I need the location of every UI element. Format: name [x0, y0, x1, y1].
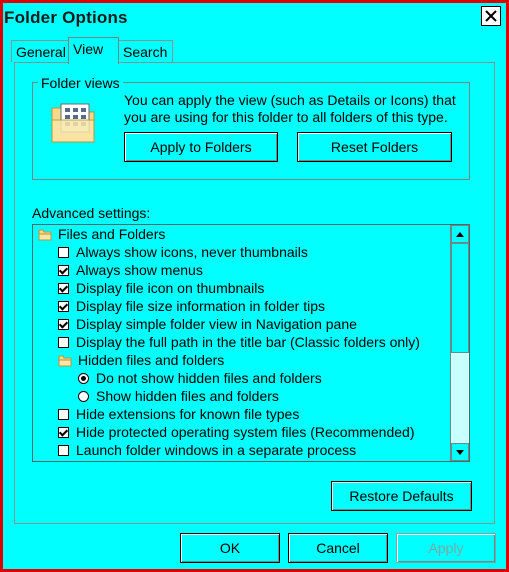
radio-button[interactable]	[78, 372, 89, 384]
folder-icon	[38, 229, 52, 240]
checkbox-option[interactable]: Display the full path in the title bar (…	[58, 333, 420, 351]
tree-item-label: Show hidden files and folders	[96, 388, 279, 404]
checkbox[interactable]	[58, 246, 69, 258]
tree-item-label: Display simple folder view in Navigation…	[76, 316, 357, 332]
close-icon	[485, 10, 497, 22]
scroll-thumb[interactable]	[451, 243, 469, 353]
checkbox[interactable]	[58, 318, 69, 330]
ok-button[interactable]: OK	[180, 533, 280, 563]
apply-to-folders-button[interactable]: Apply to Folders	[124, 132, 278, 162]
tree-item-label: Files and Folders	[58, 226, 166, 242]
title-bar[interactable]: Folder Options	[3, 3, 506, 33]
checkbox[interactable]	[58, 336, 69, 348]
advanced-settings-label: Advanced settings:	[32, 205, 151, 221]
checkbox[interactable]	[58, 264, 69, 276]
tab-search-label: Search	[123, 44, 168, 60]
folder-views-description: You can apply the view (such as Details …	[124, 92, 456, 125]
tree-item-label: Display file icon on thumbnails	[76, 280, 265, 296]
reset-folders-button[interactable]: Reset Folders	[297, 132, 452, 162]
tree-item-label: Always show icons, never thumbnails	[76, 244, 308, 260]
checkbox[interactable]	[58, 282, 69, 294]
close-button[interactable]	[481, 6, 501, 26]
tree-group: Hidden files and folders	[58, 351, 224, 369]
tree-item-label: Display file size information in folder …	[76, 298, 325, 314]
folder-icon	[58, 355, 72, 366]
tree-group: Files and Folders	[38, 225, 165, 243]
tree-item-label: Do not show hidden files and folders	[96, 370, 322, 386]
cancel-button[interactable]: Cancel	[288, 533, 388, 563]
checkbox[interactable]	[58, 300, 69, 312]
tree-item-label: Launch folder windows in a separate proc…	[76, 442, 357, 458]
scroll-up-button[interactable]	[451, 225, 469, 243]
radio-option[interactable]: Do not show hidden files and folders	[78, 369, 322, 387]
checkbox-option[interactable]: Always show menus	[58, 261, 203, 279]
checkbox-option[interactable]: Hide protected operating system files (R…	[58, 423, 415, 441]
arrow-down-icon	[456, 449, 464, 455]
tab-general[interactable]: General	[11, 40, 69, 62]
checkbox[interactable]	[58, 408, 69, 420]
checkbox-option[interactable]: Display simple folder view in Navigation…	[58, 315, 357, 333]
tab-view-label: View	[73, 41, 104, 57]
checkbox[interactable]	[58, 444, 69, 456]
radio-option[interactable]: Show hidden files and folders	[78, 387, 279, 405]
tree-item-label: Hide protected operating system files (R…	[76, 424, 415, 440]
window-title: Folder Options	[4, 8, 128, 27]
tab-general-label: General	[16, 44, 66, 60]
checkbox-option[interactable]: Hide extensions for known file types	[58, 405, 299, 423]
tree-item-label: Display the full path in the title bar (…	[76, 334, 420, 350]
checkbox-option[interactable]: Always show icons, never thumbnails	[58, 243, 308, 261]
advanced-settings-scrollbar[interactable]	[450, 225, 469, 461]
folder-views-icon	[51, 103, 95, 143]
radio-button[interactable]	[78, 390, 89, 402]
scroll-down-button[interactable]	[451, 443, 469, 461]
tab-search[interactable]: Search	[118, 40, 173, 62]
arrow-up-icon	[456, 231, 464, 237]
tree-item-label: Hidden files and folders	[78, 352, 225, 368]
checkbox-option[interactable]: Display file icon on thumbnails	[58, 279, 264, 297]
tree-item-label: Always show menus	[76, 262, 203, 278]
checkbox-option[interactable]: Display file size information in folder …	[58, 297, 325, 315]
checkbox[interactable]	[58, 426, 69, 438]
tree-item-label: Hide extensions for known file types	[76, 406, 300, 422]
tab-view[interactable]: View	[68, 37, 119, 64]
apply-button: Apply	[396, 533, 496, 563]
folder-views-legend: Folder views	[38, 75, 123, 91]
checkbox-option[interactable]: Launch folder windows in a separate proc…	[58, 441, 356, 459]
restore-defaults-button[interactable]: Restore Defaults	[331, 481, 472, 511]
